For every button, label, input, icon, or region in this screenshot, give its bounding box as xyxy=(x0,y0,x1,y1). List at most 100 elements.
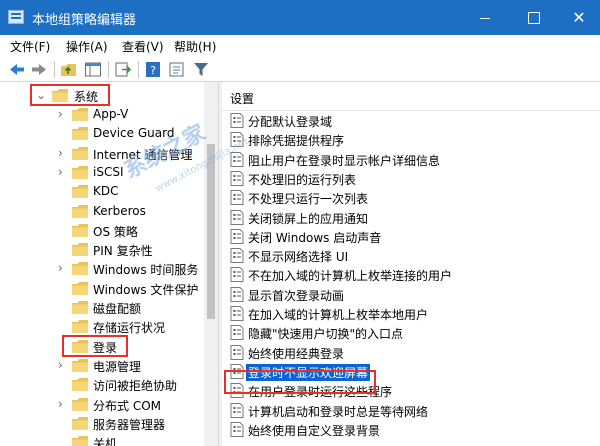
policy-row[interactable]: 不处理只运行一次列表 xyxy=(230,188,600,207)
policy-row[interactable]: 排除凭据提供程序 xyxy=(230,130,600,149)
policy-row[interactable]: 计算机启动和登录时总是等待网络 xyxy=(230,401,600,420)
folder-icon xyxy=(72,127,88,141)
tree-item-system[interactable]: ⌄ 系统 xyxy=(0,86,204,105)
policy-row[interactable]: 阻止用户在登录时显示帐户详细信息 xyxy=(230,150,600,169)
menu-help[interactable]: 帮助(H) xyxy=(174,38,216,55)
tree-item[interactable]: OS 策略 xyxy=(0,221,204,240)
help-icon[interactable]: ? xyxy=(144,61,162,78)
folder-icon xyxy=(72,358,88,372)
chevron-right-icon[interactable]: › xyxy=(58,107,68,121)
chevron-right-icon[interactable]: › xyxy=(58,261,68,275)
policy-setting-icon xyxy=(230,113,244,128)
folder-icon xyxy=(72,320,88,334)
gpedit-app-icon xyxy=(8,10,24,24)
folder-icon xyxy=(72,301,88,314)
policy-label: 始终使用自定义登录背景 xyxy=(248,423,381,438)
policy-row[interactable]: 隐藏"快速用户切换"的入口点 xyxy=(230,323,600,342)
export-list-icon[interactable] xyxy=(114,61,132,78)
svg-text:?: ? xyxy=(150,64,156,77)
folder-icon xyxy=(72,185,88,199)
policy-setting-icon xyxy=(230,190,244,206)
menu-file[interactable]: 文件(F) xyxy=(10,38,50,55)
menu-action[interactable]: 操作(A) xyxy=(66,38,108,55)
chevron-right-icon[interactable]: › xyxy=(58,165,68,179)
tree-item-label: 分布式 COM xyxy=(93,398,161,413)
back-icon[interactable] xyxy=(8,61,26,78)
tree-item[interactable]: 服务器管理器 xyxy=(0,414,204,433)
up-folder-icon[interactable] xyxy=(60,61,78,78)
tree-item-label: 存储运行状况 xyxy=(93,321,166,336)
tree-item[interactable]: › Windows 时间服务 xyxy=(0,259,204,278)
folder-icon xyxy=(72,262,88,276)
folder-icon xyxy=(72,243,88,257)
policy-label: 不显示网络选择 UI xyxy=(248,250,349,265)
scrollbar-thumb[interactable] xyxy=(207,144,215,319)
show-hide-tree-icon[interactable] xyxy=(84,61,102,78)
folder-icon xyxy=(72,436,88,446)
policy-setting-icon xyxy=(230,170,244,186)
policy-row[interactable]: 始终使用经典登录 xyxy=(230,343,600,362)
tree-item[interactable]: Windows 文件保护 xyxy=(0,279,204,298)
chevron-right-icon[interactable]: › xyxy=(58,397,68,411)
tree-item[interactable]: 存储运行状况 xyxy=(0,317,204,336)
tree-item-label: 访问被拒绝协助 xyxy=(93,379,178,394)
folder-icon xyxy=(52,89,68,102)
forward-icon[interactable] xyxy=(30,61,48,78)
close-button[interactable]: ✕ xyxy=(556,0,600,35)
folder-icon xyxy=(72,281,88,295)
menu-bar: 文件(F) 操作(A) 查看(V) 帮助(H) xyxy=(0,35,600,57)
chevron-down-icon[interactable]: ⌄ xyxy=(36,88,46,102)
tree-item-label: App-V xyxy=(93,107,129,121)
tree-item-label: OS 策略 xyxy=(93,224,138,239)
policy-row[interactable]: 关闭 Windows 启动声音 xyxy=(230,227,600,246)
chevron-right-icon[interactable]: › xyxy=(58,146,68,160)
folder-icon xyxy=(72,397,88,411)
policy-row[interactable]: 在用户登录时运行这些程序 xyxy=(230,381,600,400)
policy-row[interactable]: 显示首次登录动画 xyxy=(230,285,600,304)
policy-row[interactable]: 始终使用自定义登录背景 xyxy=(230,420,600,439)
folder-icon xyxy=(72,223,88,237)
folder-icon xyxy=(72,146,88,160)
minimize-button[interactable] xyxy=(462,0,508,35)
policy-row[interactable]: 关闭锁屏上的应用通知 xyxy=(230,208,600,227)
tree-item[interactable]: 登录 xyxy=(0,337,204,356)
policy-row[interactable]: 不在加入域的计算机上枚举连接的用户 xyxy=(230,265,600,284)
policy-label: 不处理只运行一次列表 xyxy=(248,192,369,207)
maximize-button[interactable] xyxy=(510,0,556,35)
title-bar: 本地组策略编辑器 ✕ xyxy=(0,0,600,35)
policy-setting-icon xyxy=(230,209,244,225)
policy-setting-icon xyxy=(230,286,244,302)
policy-setting-icon xyxy=(230,363,244,379)
policy-row[interactable]: 不处理旧的运行列表 xyxy=(230,169,600,188)
tree-item-label: Kerberos xyxy=(93,203,146,218)
policy-row[interactable]: 在加入域的计算机上枚举本地用户 xyxy=(230,304,600,323)
tree-item[interactable]: › App-V xyxy=(0,105,204,124)
policy-label: 阻止用户在登录时显示帐户详细信息 xyxy=(248,153,441,168)
policy-row[interactable]: 分配默认登录域 xyxy=(230,111,600,130)
tree-item[interactable]: › 电源管理 xyxy=(0,356,204,375)
menu-view[interactable]: 查看(V) xyxy=(122,38,164,55)
policy-label: 在加入域的计算机上枚举本地用户 xyxy=(248,308,429,322)
policy-row[interactable]: 登录时不显示欢迎屏幕 xyxy=(230,362,600,381)
tree-item-label: 磁盘配额 xyxy=(93,302,142,316)
properties-icon[interactable] xyxy=(168,61,186,78)
tree-item[interactable]: › 分布式 COM xyxy=(0,395,204,414)
tree-item-label: Windows 时间服务 xyxy=(93,263,199,278)
column-header-setting[interactable]: 设置 xyxy=(230,90,254,107)
policy-label: 隐藏"快速用户切换"的入口点 xyxy=(248,327,404,342)
tree-item[interactable]: 关机 xyxy=(0,433,204,446)
policy-label: 在用户登录时运行这些程序 xyxy=(248,385,393,400)
policy-label: 不处理旧的运行列表 xyxy=(248,172,357,187)
policy-label: 登录时不显示欢迎屏幕 xyxy=(246,363,371,381)
filter-icon[interactable] xyxy=(192,61,210,78)
window-title: 本地组策略编辑器 xyxy=(32,13,137,28)
tree-item[interactable]: Kerberos xyxy=(0,202,204,221)
tree-item-label: 电源管理 xyxy=(93,359,142,374)
chevron-right-icon[interactable]: › xyxy=(58,358,68,372)
tree-item[interactable]: 磁盘配额 xyxy=(0,298,204,317)
tree-item[interactable]: PIN 复杂性 xyxy=(0,240,204,259)
policy-label: 排除凭据提供程序 xyxy=(248,134,345,149)
policy-row[interactable]: 不显示网络选择 UI xyxy=(230,246,600,265)
toolbar: ? xyxy=(0,57,600,82)
tree-item[interactable]: 访问被拒绝协助 xyxy=(0,375,204,394)
